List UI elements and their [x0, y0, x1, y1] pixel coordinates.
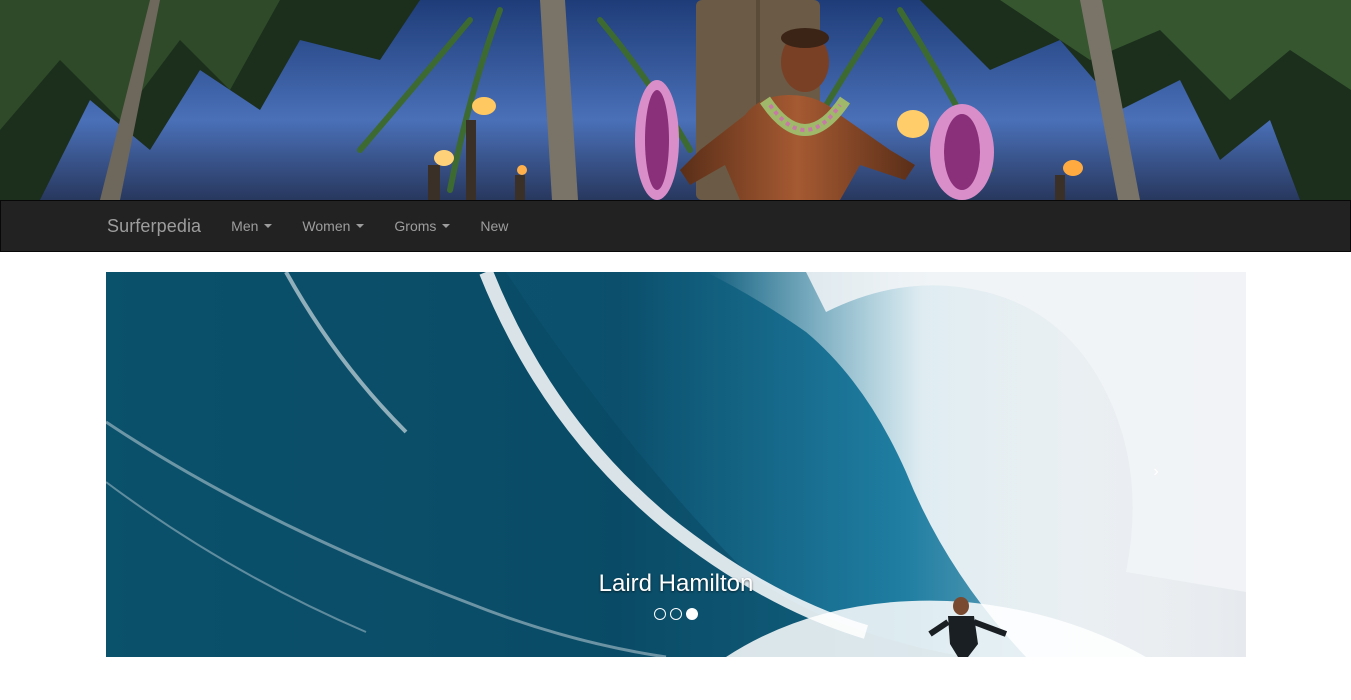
nav-women-label: Women	[302, 218, 351, 234]
navbar-container: Surferpedia Men Women Groms New	[107, 201, 538, 251]
banner-illustration	[0, 0, 1351, 200]
carousel-indicator-2[interactable]	[670, 608, 682, 620]
carousel-indicator-1[interactable]	[654, 608, 666, 620]
carousel-slide-image	[106, 272, 1246, 657]
nav-groms-label: Groms	[394, 218, 437, 234]
nav-men-dropdown[interactable]: Men	[231, 218, 273, 234]
nav-new-link[interactable]: New	[480, 218, 508, 234]
carousel-indicator-3[interactable]	[686, 608, 698, 620]
carousel-caption: Laird Hamilton	[598, 570, 754, 597]
top-navbar: Surferpedia Men Women Groms New	[0, 200, 1351, 252]
carousel-indicators	[106, 608, 1246, 620]
caret-down-icon	[264, 224, 273, 228]
nav-men-label: Men	[231, 218, 259, 234]
caret-down-icon	[356, 224, 365, 228]
nav-groms-dropdown[interactable]: Groms	[394, 218, 451, 234]
nav-new-label: New	[480, 218, 509, 234]
hero-carousel: › Laird Hamilton	[106, 272, 1246, 657]
brand-link[interactable]: Surferpedia	[107, 216, 201, 237]
chevron-right-icon[interactable]: ›	[1146, 462, 1166, 482]
nav-women-dropdown[interactable]: Women	[302, 218, 365, 234]
caret-down-icon	[442, 224, 451, 228]
header-banner-image	[0, 0, 1351, 200]
